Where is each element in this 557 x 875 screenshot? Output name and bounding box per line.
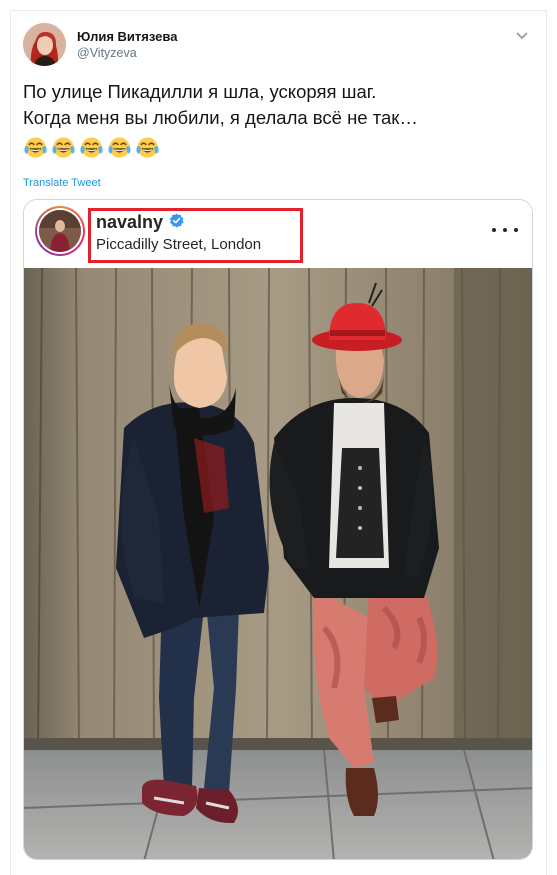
face-with-tears-of-joy-icon [108,137,131,158]
chevron-down-icon[interactable] [514,28,530,44]
more-options-icon[interactable] [492,220,518,240]
instagram-username-text: navalny [96,212,164,232]
tweet-text-line: Когда меня вы любили, я делала всё не та… [23,107,418,128]
tweet: Юлия Витязева @Vityzeva По улице Пикадил… [10,10,547,875]
instagram-location[interactable]: Piccadilly Street, London [96,236,261,253]
embedded-instagram-image[interactable]: navalny Piccadilly Street, London [23,199,533,860]
face-with-tears-of-joy-icon [52,137,75,158]
author-avatar[interactable] [23,23,66,66]
translate-tweet-link[interactable]: Translate Tweet [23,177,101,189]
emoji-row [23,135,160,160]
tweet-text-line: По улице Пикадилли я шла, ускоряя шаг. [23,81,377,102]
author-handle[interactable]: @Vityzeva [77,46,137,60]
photo [24,268,532,859]
face-with-tears-of-joy-icon [24,137,47,158]
tweet-text: По улице Пикадилли я шла, ускоряя шаг. К… [23,79,533,131]
author-name[interactable]: Юлия Витязева [77,29,177,44]
verified-badge-icon [169,212,184,233]
instagram-avatar[interactable] [35,206,85,256]
instagram-post-header: navalny Piccadilly Street, London [24,200,532,266]
face-with-tears-of-joy-icon [136,137,159,158]
face-with-tears-of-joy-icon [80,137,103,158]
instagram-username[interactable]: navalny [96,212,184,233]
